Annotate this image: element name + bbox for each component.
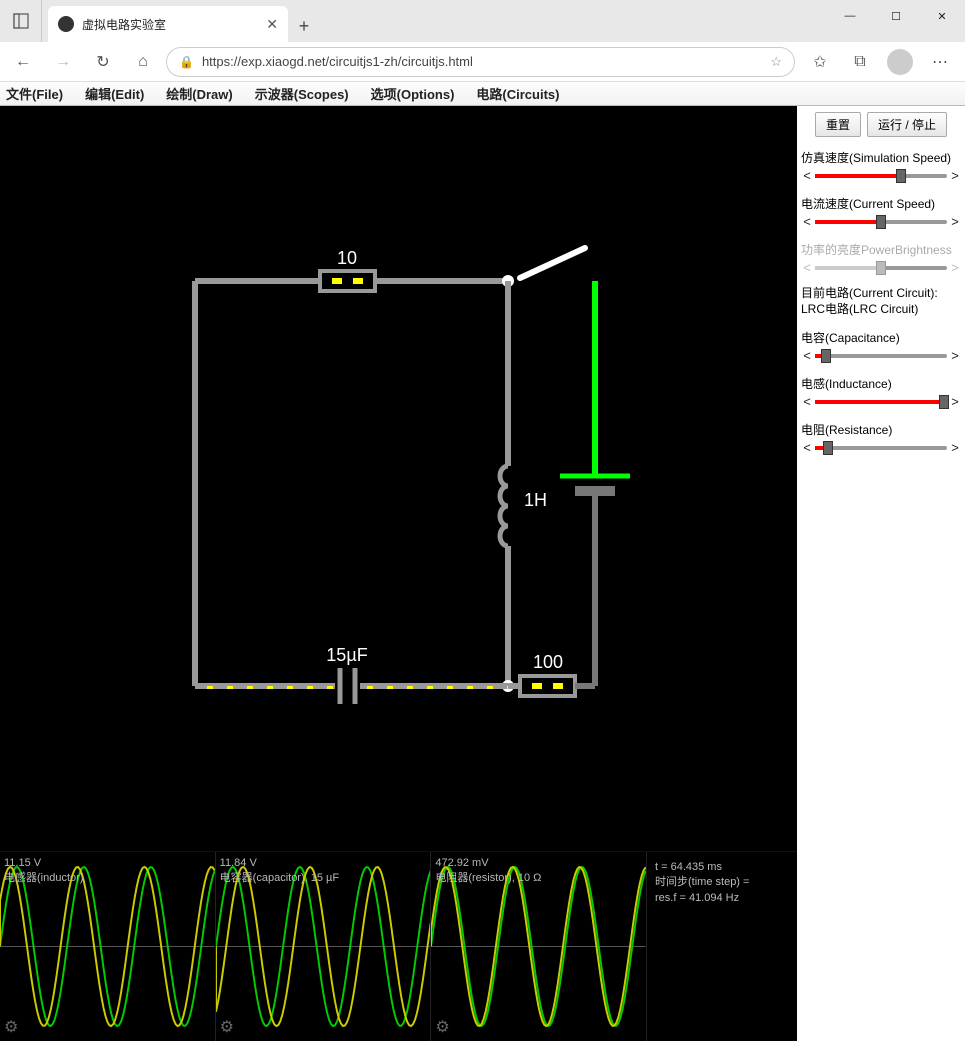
- address-bar[interactable]: 🔒 https://exp.xiaogd.net/circuitjs1-zh/c…: [166, 47, 795, 77]
- slider-capacitance-label: 电容(Capacitance): [801, 329, 961, 346]
- lock-icon: 🔒: [179, 55, 194, 69]
- slider-sim-speed: 仿真速度(Simulation Speed) < >: [801, 149, 961, 183]
- slider-capacitance: 电容(Capacitance) < >: [801, 329, 961, 363]
- forward-button[interactable]: →: [46, 46, 80, 78]
- inductor-label: 1H: [524, 490, 547, 510]
- browser-tab-strip: 虚拟电路实验室 ✕ + — ☐ ✕: [0, 0, 965, 42]
- slider-capacitance-inc[interactable]: >: [949, 348, 961, 363]
- slider-power-brightness: 功率的亮度PowerBrightness < >: [801, 241, 961, 275]
- info-time: t = 64.435 ms: [655, 860, 793, 875]
- collections-button[interactable]: ⧉: [841, 46, 879, 78]
- slider-inductance-track[interactable]: [815, 400, 947, 404]
- slider-capacitance-dec[interactable]: <: [801, 348, 813, 363]
- slider-sim-speed-inc[interactable]: >: [949, 168, 961, 183]
- slider-sim-speed-label: 仿真速度(Simulation Speed): [801, 149, 961, 166]
- slider-current-speed-label: 电流速度(Current Speed): [801, 195, 961, 212]
- resistor-r1-label: 10: [337, 248, 357, 268]
- scope-1[interactable]: 11.15 V 电感器(inductor) ⚙: [0, 852, 216, 1041]
- scope-3[interactable]: 472.92 mV 电阻器(resistor), 10 Ω ⚙: [431, 852, 647, 1041]
- profile-button[interactable]: [881, 46, 919, 78]
- slider-current-speed: 电流速度(Current Speed) < >: [801, 195, 961, 229]
- slider-power-brightness-inc: >: [949, 260, 961, 275]
- reset-button[interactable]: 重置: [815, 112, 861, 137]
- slider-inductance: 电感(Inductance) < >: [801, 375, 961, 409]
- avatar-icon: [887, 49, 913, 75]
- tab-actions-icon[interactable]: [0, 0, 42, 42]
- slider-inductance-inc[interactable]: >: [949, 394, 961, 409]
- tab-close-icon[interactable]: ✕: [266, 16, 278, 33]
- capacitor-label: 15µF: [326, 645, 367, 665]
- scopes-panel: 11.15 V 电感器(inductor) ⚙ 11.84 V 电容器(capa…: [0, 851, 797, 1041]
- slider-power-brightness-label: 功率的亮度PowerBrightness: [801, 241, 961, 258]
- slider-resistance-inc[interactable]: >: [949, 440, 961, 455]
- new-tab-button[interactable]: +: [288, 10, 320, 42]
- slider-resistance-dec[interactable]: <: [801, 440, 813, 455]
- circuit-svg: 10 1H 15µF: [0, 106, 797, 851]
- scope-2[interactable]: 11.84 V 电容器(capacitor), 15 µF ⚙: [216, 852, 432, 1041]
- resistor-r2-label: 100: [533, 652, 563, 672]
- favicon-icon: [58, 16, 74, 32]
- run-stop-button[interactable]: 运行 / 停止: [867, 112, 947, 137]
- slider-resistance: 电阻(Resistance) < >: [801, 421, 961, 455]
- info-resfreq: res.f = 41.094 Hz: [655, 891, 793, 906]
- scope-3-settings-icon[interactable]: ⚙: [435, 1017, 449, 1037]
- window-close-button[interactable]: ✕: [919, 0, 965, 32]
- slider-power-brightness-track: [815, 266, 947, 270]
- url-text: https://exp.xiaogd.net/circuitjs1-zh/cir…: [202, 54, 762, 69]
- more-button[interactable]: ⋯: [921, 46, 959, 78]
- slider-inductance-label: 电感(Inductance): [801, 375, 961, 392]
- circuit-canvas[interactable]: 10 1H 15µF: [0, 106, 797, 1041]
- slider-current-speed-dec[interactable]: <: [801, 214, 813, 229]
- app-menubar: 文件(File) 编辑(Edit) 绘制(Draw) 示波器(Scopes) 选…: [0, 82, 965, 106]
- current-circuit-info: 目前电路(Current Circuit): LRC电路(LRC Circuit…: [801, 285, 961, 317]
- scope-1-settings-icon[interactable]: ⚙: [4, 1017, 18, 1037]
- scope-1-label: 11.15 V 电感器(inductor): [4, 856, 83, 886]
- scope-2-label: 11.84 V 电容器(capacitor), 15 µF: [220, 856, 339, 886]
- scope-3-label: 472.92 mV 电阻器(resistor), 10 Ω: [435, 856, 541, 886]
- slider-resistance-label: 电阻(Resistance): [801, 421, 961, 438]
- info-timestep: 时间步(time step) =: [655, 875, 793, 890]
- simulation-info: t = 64.435 ms 时间步(time step) = res.f = 4…: [647, 852, 797, 1041]
- slider-current-speed-track[interactable]: [815, 220, 947, 224]
- window-minimize-button[interactable]: —: [827, 0, 873, 32]
- menu-draw[interactable]: 绘制(Draw): [166, 84, 232, 103]
- slider-capacitance-track[interactable]: [815, 354, 947, 358]
- slider-sim-speed-dec[interactable]: <: [801, 168, 813, 183]
- control-sidebar: 重置 运行 / 停止 仿真速度(Simulation Speed) < > 电流…: [797, 106, 965, 1041]
- slider-resistance-track[interactable]: [815, 446, 947, 450]
- slider-power-brightness-dec: <: [801, 260, 813, 275]
- home-button[interactable]: ⌂: [126, 46, 160, 78]
- scope-2-settings-icon[interactable]: ⚙: [220, 1017, 234, 1037]
- browser-tab[interactable]: 虚拟电路实验室 ✕: [48, 6, 288, 42]
- menu-scopes[interactable]: 示波器(Scopes): [255, 84, 349, 103]
- slider-inductance-dec[interactable]: <: [801, 394, 813, 409]
- slider-current-speed-inc[interactable]: >: [949, 214, 961, 229]
- menu-edit[interactable]: 编辑(Edit): [85, 84, 144, 103]
- reload-button[interactable]: ↻: [86, 46, 120, 78]
- menu-options[interactable]: 选项(Options): [371, 84, 455, 103]
- window-maximize-button[interactable]: ☐: [873, 0, 919, 32]
- back-button[interactable]: ←: [6, 46, 40, 78]
- browser-toolbar: ← → ↻ ⌂ 🔒 https://exp.xiaogd.net/circuit…: [0, 42, 965, 82]
- tab-title: 虚拟电路实验室: [82, 16, 258, 33]
- menu-circuits[interactable]: 电路(Circuits): [476, 84, 559, 103]
- slider-sim-speed-track[interactable]: [815, 174, 947, 178]
- favorites-button[interactable]: ✩: [801, 46, 839, 78]
- read-aloud-icon[interactable]: ☆: [770, 54, 782, 70]
- menu-file[interactable]: 文件(File): [6, 84, 63, 103]
